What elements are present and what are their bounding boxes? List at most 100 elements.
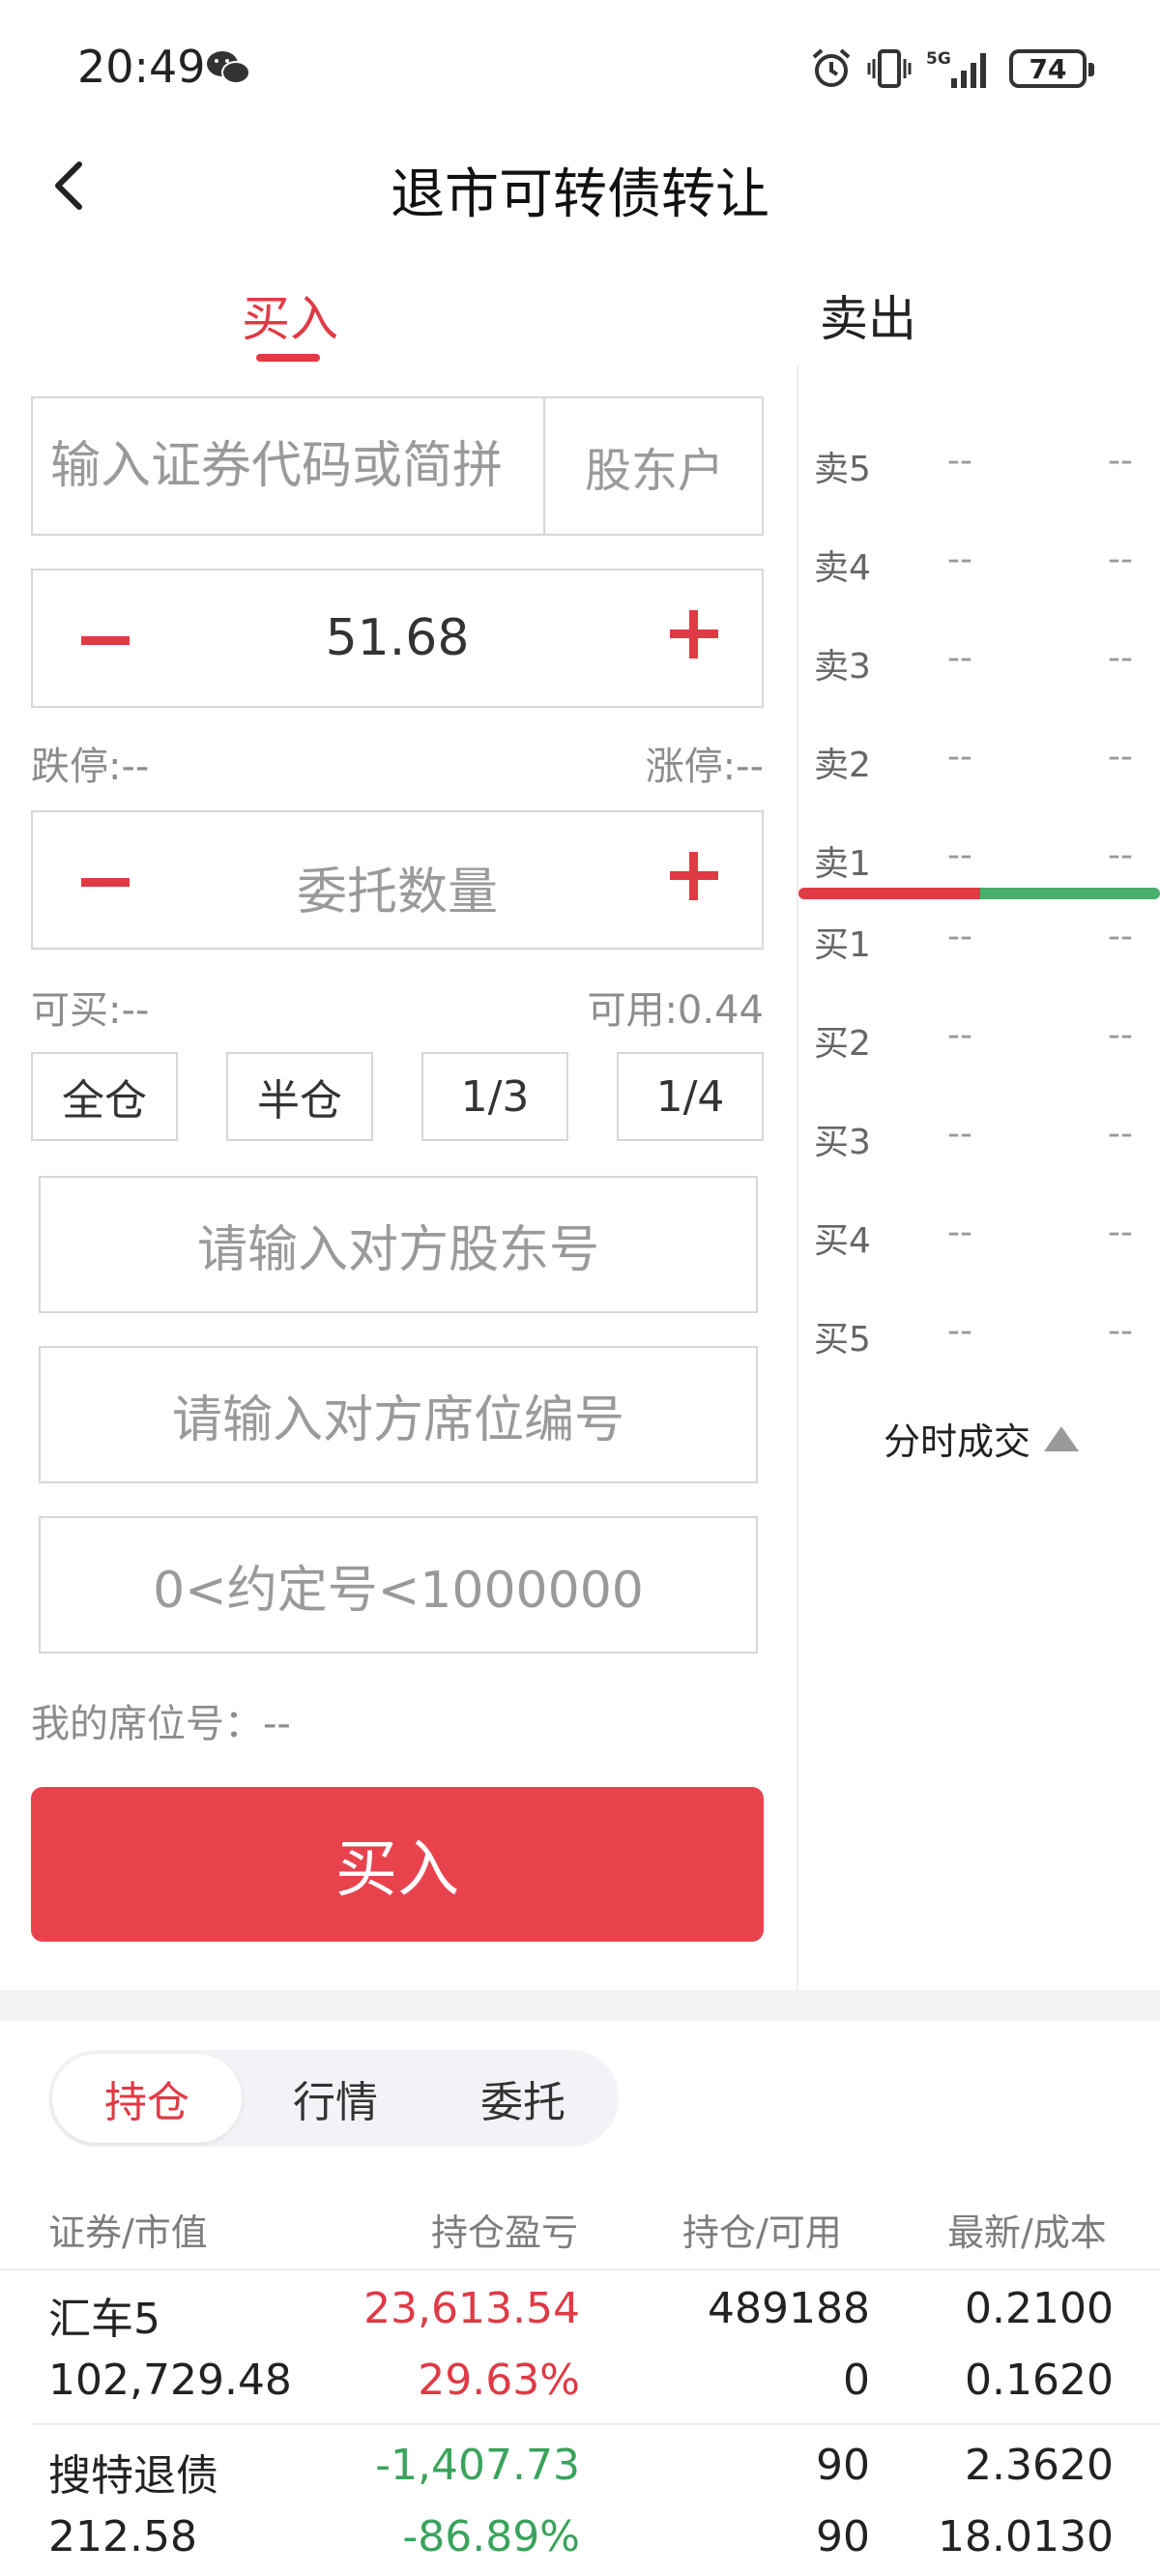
order-price: -- <box>947 1015 972 1055</box>
order-book-row: 卖5 -- -- <box>814 431 1133 489</box>
order-book-row: 买4 -- -- <box>814 1203 1133 1261</box>
available-funds-label: 可用:0.44 <box>587 988 764 1033</box>
quantity-plus-button[interactable] <box>665 847 723 905</box>
price-value[interactable]: 51.68 <box>149 609 646 667</box>
order-level-label: 买2 <box>814 1024 871 1064</box>
market-value: 212.58 <box>48 2512 197 2561</box>
price-minus-button[interactable] <box>75 619 135 661</box>
svg-text:5G: 5G <box>926 49 951 69</box>
security-code-field: 股东户 <box>31 396 764 536</box>
order-book-row: 买2 -- -- <box>814 1006 1133 1064</box>
can-buy-label: 可买:-- <box>31 988 150 1033</box>
tab-orders[interactable]: 委托 <box>429 2050 617 2147</box>
quantity-stepper: 委托数量 <box>31 810 764 950</box>
order-price: -- <box>947 441 972 481</box>
ratio-quarter-button[interactable]: 1/4 <box>617 1052 764 1141</box>
available-quantity: 0 <box>843 2356 870 2405</box>
status-time: 20:49 <box>77 41 206 93</box>
order-level-label: 卖4 <box>814 548 871 588</box>
quantity-minus-button[interactable] <box>75 861 135 903</box>
order-price: -- <box>947 638 972 678</box>
triangle-up-icon <box>1044 1425 1080 1451</box>
signal-icon: 5G <box>926 49 986 88</box>
security-code-input[interactable] <box>50 437 553 495</box>
order-book-row: 买5 -- -- <box>814 1302 1133 1360</box>
order-price: -- <box>947 1213 972 1252</box>
table-divider <box>0 2269 1160 2270</box>
order-price: -- <box>947 1114 972 1154</box>
order-volume: -- <box>1108 540 1133 579</box>
price-plus-button[interactable] <box>665 605 723 663</box>
holdings-tab-bar: 持仓 行情 委托 <box>48 2050 619 2147</box>
my-seat-label: 我的席位号：-- <box>31 1702 291 1746</box>
agreement-number-input[interactable]: 0<约定号<1000000 <box>39 1516 758 1654</box>
order-price: -- <box>947 835 972 875</box>
cost-price: 18.0130 <box>938 2512 1114 2561</box>
ratio-half-button[interactable]: 半仓 <box>226 1052 373 1141</box>
ratio-third-button[interactable]: 1/3 <box>421 1052 568 1141</box>
col-header-pnl: 持仓盈亏 <box>431 2211 579 2254</box>
order-price: -- <box>947 1311 972 1351</box>
order-price: -- <box>947 540 972 579</box>
position-quantity: 489188 <box>708 2284 870 2333</box>
page-header: 退市可转债转让 <box>0 135 1160 244</box>
tab-sell[interactable]: 卖出 <box>820 280 916 350</box>
order-price: -- <box>947 917 972 956</box>
limit-down-label: 跌停:-- <box>31 745 150 789</box>
vibrate-icon <box>867 49 912 88</box>
position-quantity: 90 <box>816 2441 870 2490</box>
battery-icon: 74 <box>1009 49 1094 88</box>
status-bar: 20:49 5G 74 <box>0 0 1160 135</box>
tab-positions[interactable]: 持仓 <box>52 2054 242 2143</box>
position-pnl-percent: -86.89% <box>402 2512 580 2561</box>
col-header-security: 证券/市值 <box>48 2211 208 2254</box>
limit-up-label: 涨停:-- <box>645 745 764 789</box>
order-volume: -- <box>1108 638 1133 678</box>
order-book-row: 买1 -- -- <box>814 907 1133 965</box>
col-header-position: 持仓/可用 <box>682 2211 842 2254</box>
order-level-label: 卖1 <box>814 844 871 884</box>
order-volume: -- <box>1108 1213 1133 1252</box>
order-book-row: 买3 -- -- <box>814 1104 1133 1162</box>
order-level-label: 买4 <box>814 1221 871 1261</box>
position-pnl: -1,407.73 <box>375 2441 580 2490</box>
latest-price: 0.2100 <box>965 2284 1114 2333</box>
sell-depth-bar <box>798 888 980 899</box>
market-value: 102,729.48 <box>48 2356 292 2405</box>
table-divider <box>31 2423 1160 2425</box>
order-book-row: 卖1 -- -- <box>814 826 1133 884</box>
order-price: -- <box>947 737 972 776</box>
order-level-label: 卖2 <box>814 746 871 785</box>
status-icons: 5G 74 <box>810 44 1094 93</box>
cost-price: 0.1620 <box>965 2356 1114 2405</box>
quantity-input[interactable]: 委托数量 <box>149 851 646 923</box>
order-volume: -- <box>1108 835 1133 875</box>
ticks-toggle-button[interactable]: 分时成交 <box>884 1412 1080 1465</box>
ratio-full-button[interactable]: 全仓 <box>31 1052 178 1141</box>
tab-market[interactable]: 行情 <box>242 2050 429 2147</box>
tab-buy[interactable]: 买入 <box>242 280 338 350</box>
column-divider <box>797 366 798 1990</box>
ticks-toggle-label: 分时成交 <box>884 1420 1031 1463</box>
position-pnl-percent: 29.63% <box>418 2356 580 2405</box>
order-volume: -- <box>1108 1015 1133 1055</box>
order-level-label: 卖5 <box>814 450 871 489</box>
order-book-row: 卖2 -- -- <box>814 727 1133 785</box>
holder-account-button[interactable]: 股东户 <box>543 398 764 534</box>
col-header-price: 最新/成本 <box>947 2211 1107 2254</box>
page-title: 退市可转债转让 <box>391 163 769 226</box>
order-volume: -- <box>1108 1311 1133 1351</box>
order-volume: -- <box>1108 441 1133 481</box>
position-pnl: 23,613.54 <box>363 2284 580 2333</box>
order-volume: -- <box>1108 1114 1133 1154</box>
order-level-label: 买5 <box>814 1320 871 1360</box>
counterparty-seat-input[interactable]: 请输入对方席位编号 <box>39 1346 758 1483</box>
order-book-row: 卖4 -- -- <box>814 530 1133 588</box>
counterparty-holder-input[interactable]: 请输入对方股东号 <box>39 1176 758 1313</box>
security-name: 汇车5 <box>48 2295 160 2344</box>
price-stepper: 51.68 <box>31 569 764 708</box>
available-quantity: 90 <box>816 2512 870 2561</box>
battery-level: 74 <box>1029 52 1067 85</box>
buy-depth-bar <box>980 888 1160 899</box>
buy-submit-button[interactable]: 买入 <box>31 1787 764 1942</box>
